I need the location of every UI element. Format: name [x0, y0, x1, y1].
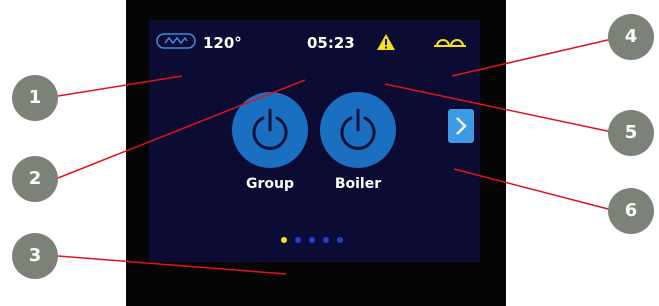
callout-lines	[57, 38, 613, 275]
callout-1: 1	[12, 75, 58, 121]
callout-3: 3	[12, 233, 58, 279]
callout-4: 4	[608, 14, 654, 60]
callout-6: 6	[608, 188, 654, 234]
callout-2: 2	[12, 156, 58, 202]
callout-5: 5	[608, 110, 654, 156]
